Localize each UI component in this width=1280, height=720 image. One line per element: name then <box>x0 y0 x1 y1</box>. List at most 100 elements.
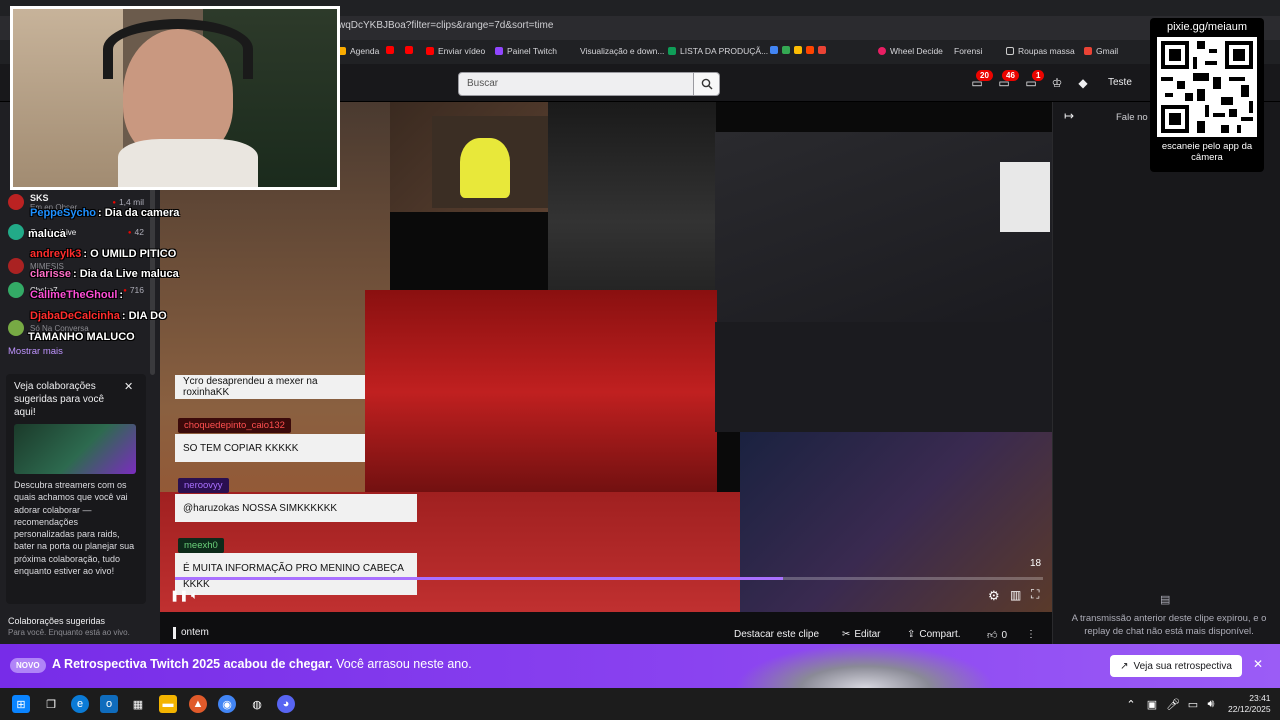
fullscreen-icon[interactable]: ⛶ <box>1031 587 1039 602</box>
settings-gear-icon[interactable]: ⚙ <box>988 588 1000 604</box>
close-icon[interactable]: ✕ <box>1253 657 1263 671</box>
qr-url: pixie.gg/meiaum <box>1166 21 1248 33</box>
overlay-chat-line: PeppeSycho: Dia da camera <box>30 207 180 219</box>
avatar <box>8 320 24 336</box>
microphone-icon[interactable]: 🎤︎ <box>1164 695 1182 713</box>
twitch-icon <box>495 47 503 55</box>
drive-icon <box>782 46 790 54</box>
edit-button[interactable]: ✂ Editar <box>842 629 881 640</box>
video-red-room-panel <box>365 290 717 495</box>
bookmark-roupas-massa[interactable]: Roupas massa <box>1006 46 1075 56</box>
bookmark-visualizacao[interactable]: Visualização e down... <box>580 46 664 56</box>
gmail-icon <box>1084 47 1092 55</box>
avatar <box>8 194 24 210</box>
qr-pattern <box>1157 37 1257 137</box>
bits-icon[interactable]: ◆ <box>1076 76 1090 90</box>
chrome-icon[interactable]: ◉ <box>218 695 236 713</box>
scissors-icon: ✂ <box>842 629 851 640</box>
avatar <box>8 224 24 240</box>
outlook-icon[interactable]: o <box>100 695 118 713</box>
search-input[interactable]: Buscar <box>458 72 694 96</box>
video-chat-username: choquedepinto_caio132 <box>178 418 291 433</box>
tray-chevron-icon[interactable]: ⌃ <box>1122 695 1140 713</box>
collab-preview-image[interactable] <box>14 424 136 474</box>
overlay-chat-line: andreylk3: O UMILD PITICO <box>30 248 177 260</box>
webcam-overlay <box>10 6 340 190</box>
clip-date: ontem <box>181 627 209 638</box>
more-options-icon[interactable]: ⋮ <box>1026 629 1036 640</box>
overlay-chat-line: TAMANHO MALUCO <box>28 331 135 343</box>
bookmark-agenda[interactable]: Agenda <box>338 46 379 56</box>
suggested-collabs-title[interactable]: Colaborações sugeridas <box>8 616 105 626</box>
chat-panel <box>1052 102 1280 644</box>
avatar <box>8 258 24 274</box>
bookmark-enviar-video[interactable]: Enviar vídeo <box>426 46 485 56</box>
obs-icon[interactable]: ◍ <box>248 695 266 713</box>
disco-ball-graphic <box>735 644 995 688</box>
youtube-icon <box>405 46 413 54</box>
streamer-shirt <box>118 139 258 187</box>
like-button[interactable]: 👍︎ 0 <box>987 629 1007 642</box>
video-chat-message: Ycro desaprendeu a mexer na roxinhaKK <box>175 375 365 399</box>
maps-icon <box>818 46 826 54</box>
overlay-chat-line: CallmeTheGhoul: <box>30 289 124 301</box>
network-icon[interactable]: ▭ <box>1184 695 1202 713</box>
banner-text: A Retrospectiva Twitch 2025 acabou de ch… <box>52 657 472 671</box>
bookmark-gmail[interactable]: Gmail <box>1084 46 1118 56</box>
sheets-icon <box>668 47 676 55</box>
store-icon[interactable]: ▦ <box>129 695 147 713</box>
highlight-clip-button[interactable]: Destacar este clipe <box>734 629 819 640</box>
video-beanie-panel <box>548 102 716 302</box>
bookmark-forensi[interactable]: Forensi <box>954 46 982 56</box>
url-text[interactable]: wqDcYKBJBoa?filter=clips&range=7d&sort=t… <box>338 20 553 31</box>
bookmark-lista-producao[interactable]: LISTA DA PRODUÇÃ... <box>668 46 768 56</box>
pause-icon[interactable]: ❚❚ <box>170 589 188 602</box>
overlay-chat-line: DjabaDeCalcinha: DIA DO <box>30 310 167 322</box>
theatre-mode-icon[interactable]: ▥ <box>1010 588 1021 602</box>
inbox-badge: 20 <box>976 70 993 81</box>
close-icon[interactable]: ✕ <box>124 380 133 393</box>
user-menu-label[interactable]: Teste <box>1108 77 1132 88</box>
bookmark-misc-icons[interactable] <box>770 46 826 54</box>
collapse-chat-icon[interactable]: ↦ <box>1064 109 1074 123</box>
see-retrospective-button[interactable]: ↗ Veja sua retrospectiva <box>1110 655 1242 677</box>
bookmark-youtube[interactable] <box>386 46 394 54</box>
video-chat-username: neroovyy <box>178 478 229 493</box>
show-more-link[interactable]: Mostrar mais <box>8 346 63 357</box>
headphones <box>103 19 253 79</box>
system-clock[interactable]: 23:41 22/12/2025 <box>1228 693 1271 715</box>
reddit-icon <box>806 46 814 54</box>
bookmark-youtube-2[interactable] <box>405 46 413 54</box>
volume-icon[interactable]: 🔈︎ <box>191 588 198 603</box>
brave-icon[interactable]: ▲ <box>189 695 207 713</box>
video-time-label: 18 <box>1030 558 1042 569</box>
video-progress-fill <box>175 577 783 580</box>
share-button[interactable]: ⇪ Compart. <box>907 629 961 640</box>
youtube-icon <box>386 46 394 54</box>
chat-expired-message: A transmissão anterior deste clipe expir… <box>1071 613 1267 637</box>
start-icon[interactable]: ⊞ <box>12 695 30 713</box>
notifications-badge: 46 <box>1002 70 1019 81</box>
edge-icon[interactable]: e <box>71 695 89 713</box>
bookmark-wheel-decide[interactable]: Wheel Decide <box>878 46 943 56</box>
video-akatsuki-panel <box>715 322 1052 432</box>
tray-app-icon[interactable]: ▣ <box>1143 695 1161 713</box>
volume-icon[interactable]: 🔊︎ <box>1202 695 1220 713</box>
thumbs-up-icon: 👍︎ <box>987 630 998 641</box>
share-icon: ⇪ <box>907 629 916 640</box>
collab-card-description: Descubra streamers com os quais achamos … <box>14 480 135 577</box>
arrow-up-right-icon: ↗ <box>1120 660 1129 672</box>
crown-icon[interactable]: ♔ <box>1050 76 1064 90</box>
youtube-icon <box>426 47 434 55</box>
wheel-icon <box>878 47 886 55</box>
file-explorer-icon[interactable]: ▬ <box>159 695 177 713</box>
video-chat-message: SO TEM COPIAR KKKKK <box>175 434 365 462</box>
search-button[interactable] <box>694 72 720 96</box>
suggested-collabs-subtitle: Para você. Enquanto está ao vivo. <box>8 628 130 637</box>
bookmark-painel-twitch[interactable]: Painel Twitch <box>495 46 557 56</box>
discord-icon[interactable]: ◕ <box>277 695 295 713</box>
new-badge: NOVO <box>10 658 46 673</box>
video-chat-message: @haruzokas NOSSA SIMKKKKKK <box>175 494 417 522</box>
task-view-icon[interactable]: ❐ <box>42 695 60 713</box>
date-marker <box>173 627 176 639</box>
